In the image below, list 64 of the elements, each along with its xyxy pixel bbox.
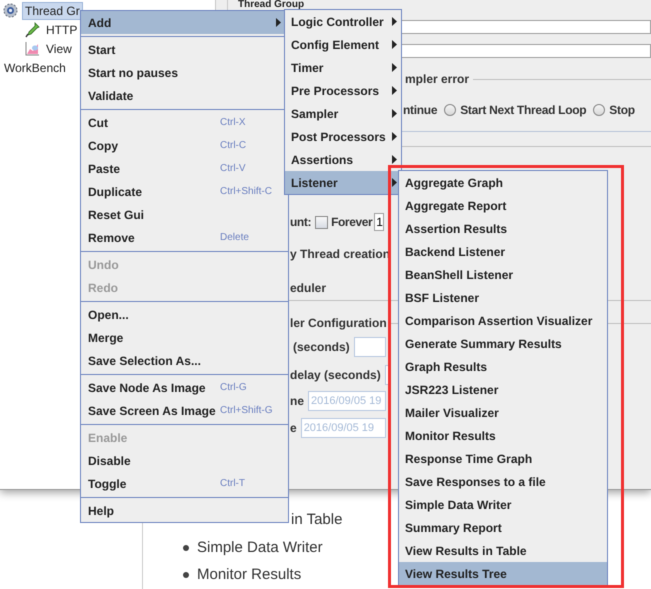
group-label: mpler error	[405, 71, 470, 88]
panel-title: Thread Group	[238, 0, 304, 10]
radio-label: Stop	[609, 102, 635, 119]
menu-item[interactable]: View Results Tree	[399, 562, 607, 585]
menu-item[interactable]: Pre Processors	[285, 79, 401, 102]
menu-item[interactable]: Validate	[81, 84, 288, 107]
radio-label: Start Next Thread Loop	[460, 102, 586, 119]
menu-item[interactable]: Post Processors	[285, 125, 401, 148]
menu-item[interactable]: Simple Data Writer	[399, 493, 607, 516]
field-label: delay (seconds)	[290, 367, 381, 384]
tree-item[interactable]: View	[44, 40, 74, 56]
menu-item[interactable]: Summary Report	[399, 516, 607, 539]
menu-item[interactable]: Timer	[285, 56, 401, 79]
tree-item[interactable]: Thread Gr	[22, 2, 83, 20]
menu-item[interactable]: Mailer Visualizer	[399, 401, 607, 424]
menu-item[interactable]: Config Element	[285, 33, 401, 56]
menu-item[interactable]: Logic Controller	[285, 10, 401, 33]
field-label: ne	[290, 393, 304, 410]
menu-item[interactable]: View Results in Table	[399, 539, 607, 562]
menu-item[interactable]: Comparison Assertion Visualizer	[399, 309, 607, 332]
menu-item[interactable]: Save Screen As Image Ctrl+Shift-G	[81, 399, 288, 422]
menu-item[interactable]: Sampler	[285, 102, 401, 125]
menu-item[interactable]: Assertion Results	[399, 217, 607, 240]
list-item: Simple Data Writer	[197, 538, 323, 558]
list-item: Monitor Results	[197, 565, 302, 586]
tree-item[interactable]: HTTP	[44, 22, 80, 38]
menu-item[interactable]: Toggle Ctrl-T	[81, 472, 288, 495]
radio-label: ntinue	[403, 102, 438, 119]
menu-item[interactable]: Monitor Results	[399, 424, 607, 447]
field-label: unt:	[290, 214, 312, 231]
menu-item[interactable]: Save Node As Image Ctrl-G	[81, 376, 288, 399]
menu-item[interactable]: Aggregate Report	[399, 194, 607, 217]
menu-item[interactable]: Paste Ctrl-V	[81, 157, 288, 180]
menu-item[interactable]: Response Time Graph	[399, 447, 607, 470]
menu-item[interactable]: Backend Listener	[399, 240, 607, 263]
menu-item[interactable]: BeanShell Listener	[399, 263, 607, 286]
menu-item[interactable]: Save Responses to a file	[399, 470, 607, 493]
tree-item[interactable]: WorkBench	[2, 60, 68, 76]
input-field[interactable]: 1	[374, 213, 384, 231]
menu-item[interactable]: Start	[81, 38, 288, 61]
menu-item[interactable]: Cut Ctrl-X	[81, 111, 288, 134]
menu-item[interactable]: Merge	[81, 326, 288, 349]
menu-item[interactable]: Assertions	[285, 148, 401, 171]
menu-item[interactable]: Graph Results	[399, 355, 607, 378]
menu-item[interactable]: Copy Ctrl-C	[81, 134, 288, 157]
menu-item[interactable]: Help	[81, 499, 288, 522]
field-label: (seconds)	[293, 339, 350, 356]
menu-item[interactable]: Duplicate Ctrl+Shift-C	[81, 180, 288, 203]
menu-item[interactable]: Save Selection As...	[81, 349, 288, 372]
field-label: e	[290, 420, 297, 437]
menu-item[interactable]: JSR223 Listener	[399, 378, 607, 401]
menu-item[interactable]: Disable	[81, 449, 288, 472]
menu-item[interactable]: BSF Listener	[399, 286, 607, 309]
menu-item[interactable]: Reset Gui	[81, 203, 288, 226]
menu-item[interactable]: Open...	[81, 303, 288, 326]
checkbox-label: eduler	[290, 280, 326, 297]
menu-item[interactable]: Start no pauses	[81, 61, 288, 84]
menu-item[interactable]: Remove Delete	[81, 226, 288, 249]
checkbox-label: Forever	[331, 214, 372, 231]
menu-item[interactable]: Generate Summary Results	[399, 332, 607, 355]
list-item: in Table	[291, 510, 342, 530]
group-label: ler Configuration	[290, 315, 387, 332]
menu-item[interactable]: Listener	[285, 171, 401, 194]
menu-item[interactable]: Aggregate Graph	[399, 171, 607, 194]
